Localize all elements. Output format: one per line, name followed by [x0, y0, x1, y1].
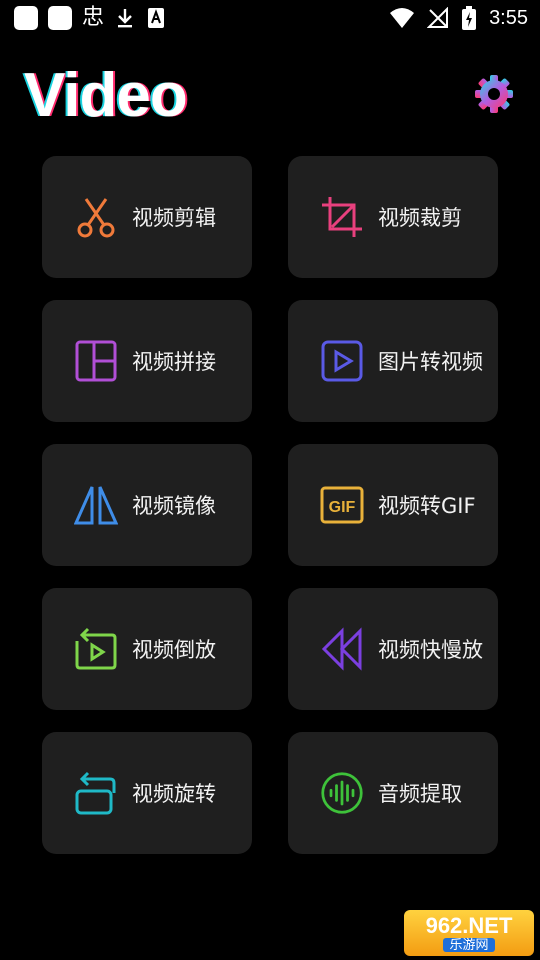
card-label: 视频倒放 [132, 638, 216, 662]
video-reverse-button[interactable]: 视频倒放 [42, 588, 252, 710]
card-label: 音频提取 [378, 782, 462, 806]
video-rotate-button[interactable]: 视频旋转 [42, 732, 252, 854]
feature-grid: 视频剪辑 视频裁剪 视频拼接 图片转视频 视频镜像 GIF 视频转GIF 视频倒… [42, 156, 498, 854]
play-box-icon [321, 340, 363, 382]
gif-icon: GIF [320, 486, 364, 524]
status-time: 3:55 [489, 6, 528, 29]
no-signal-icon [427, 7, 449, 28]
audio-extract-button[interactable]: 音频提取 [288, 732, 498, 854]
watermark-logo: 962.NET 乐游网 [404, 910, 534, 956]
svg-text:GIF: GIF [329, 499, 356, 516]
rewind-icon [321, 627, 362, 671]
card-label: 视频镜像 [132, 494, 216, 518]
image-to-video-button[interactable]: 图片转视频 [288, 300, 498, 422]
collage-icon [75, 340, 117, 382]
watermark-top: 962.NET [425, 913, 513, 938]
rotate-icon [75, 771, 116, 815]
video-mirror-button[interactable]: 视频镜像 [42, 444, 252, 566]
battery-charging-icon [462, 6, 477, 30]
watermark-bottom: 乐游网 [443, 938, 495, 952]
video-cut-button[interactable]: 视频剪辑 [42, 156, 252, 278]
card-label: 图片转视频 [378, 350, 483, 374]
app-title: Video [24, 61, 188, 130]
wifi-icon [390, 8, 415, 28]
card-label: 视频裁剪 [378, 206, 462, 230]
video-speed-button[interactable]: 视频快慢放 [288, 588, 498, 710]
crop-icon [322, 197, 362, 237]
square-icon [48, 6, 72, 30]
audio-wave-icon [321, 772, 363, 814]
video-to-gif-button[interactable]: GIF 视频转GIF [288, 444, 498, 566]
gear-icon[interactable] [474, 74, 514, 114]
card-label: 视频转GIF [378, 494, 476, 518]
video-crop-button[interactable]: 视频裁剪 [288, 156, 498, 278]
card-label: 视频剪辑 [132, 206, 216, 230]
reverse-play-icon [75, 627, 117, 670]
card-label: 视频旋转 [132, 782, 216, 806]
status-bar: 忠 3:55 [0, 0, 540, 38]
scissors-icon [77, 198, 115, 238]
card-label: 视频拼接 [132, 350, 216, 374]
card-label: 视频快慢放 [378, 638, 483, 662]
video-merge-button[interactable]: 视频拼接 [42, 300, 252, 422]
status-glyph: 忠 [82, 5, 105, 30]
square-icon [14, 6, 38, 30]
mirror-icon [74, 486, 118, 525]
sim-icon [148, 8, 165, 28]
download-icon [118, 9, 133, 28]
